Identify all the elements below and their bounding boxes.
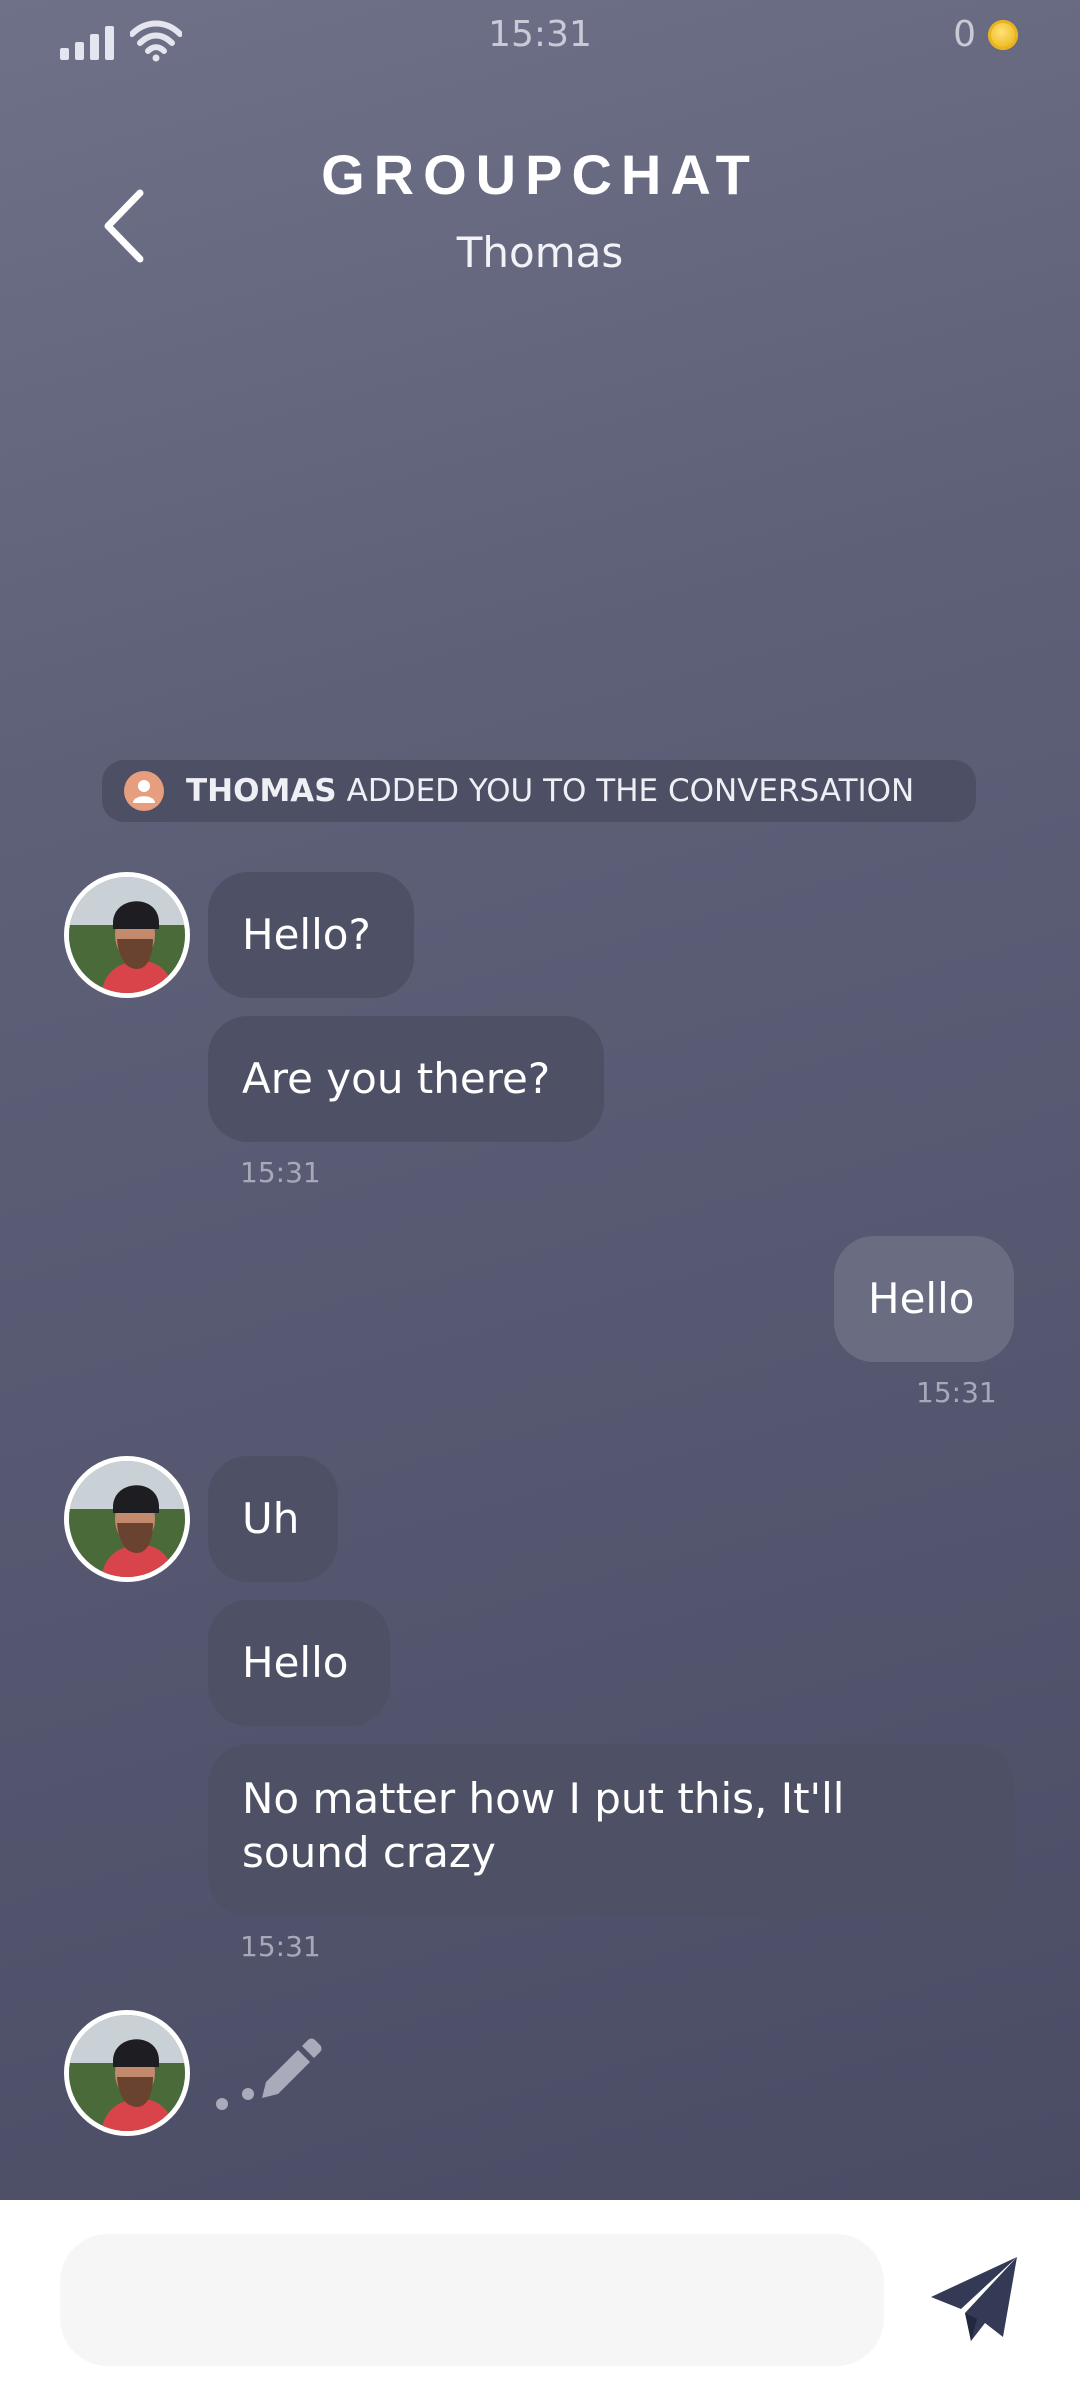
chat-participant-name: Thomas [456,228,624,277]
avatar[interactable] [64,1456,190,1582]
composer-bar [0,2200,1080,2386]
notice-actor: THOMAS [186,773,337,809]
message-text: Hello [242,1638,349,1687]
message-text: No matter how I put this, It'll sound cr… [242,1774,845,1877]
message-text: Uh [242,1494,300,1543]
avatar[interactable] [64,2010,190,2136]
coin-count: 0 [953,14,976,55]
pencil-icon [216,2038,322,2110]
status-bar: 15:31 0 [0,0,1080,80]
message-bubble-sent[interactable]: Hello [834,1236,1014,1362]
message-timestamp: 15:31 [916,1376,997,1409]
status-time: 15:31 [488,14,592,55]
coin-icon [988,19,1018,50]
user-icon [124,771,164,811]
send-button[interactable] [924,2250,1024,2350]
message-text: Hello [868,1274,975,1323]
message-bubble[interactable]: Hello [208,1600,390,1726]
message-text: Hello? [242,910,371,959]
message-input[interactable] [60,2234,884,2366]
message-bubble[interactable]: Are you there? [208,1016,604,1142]
message-bubble[interactable]: No matter how I put this, It'll sound cr… [208,1744,1014,1916]
avatar[interactable] [64,872,190,998]
notice-text: ADDED YOU TO THE CONVERSATION [346,773,915,809]
message-timestamp: 15:31 [240,1930,321,1963]
chat-screen: 15:31 0 GROUPCHAT Thomas THOMAS ADDED YO… [0,0,1080,2386]
message-bubble[interactable]: Hello? [208,872,414,998]
message-bubble[interactable]: Uh [208,1456,338,1582]
page-title: GROUPCHAT [321,143,759,206]
send-icon [931,2257,1017,2341]
coin-balance[interactable]: 0 [953,14,1018,55]
system-notice: THOMAS ADDED YOU TO THE CONVERSATION [102,760,976,822]
message-text: Are you there? [242,1054,551,1103]
message-timestamp: 15:31 [240,1156,321,1189]
